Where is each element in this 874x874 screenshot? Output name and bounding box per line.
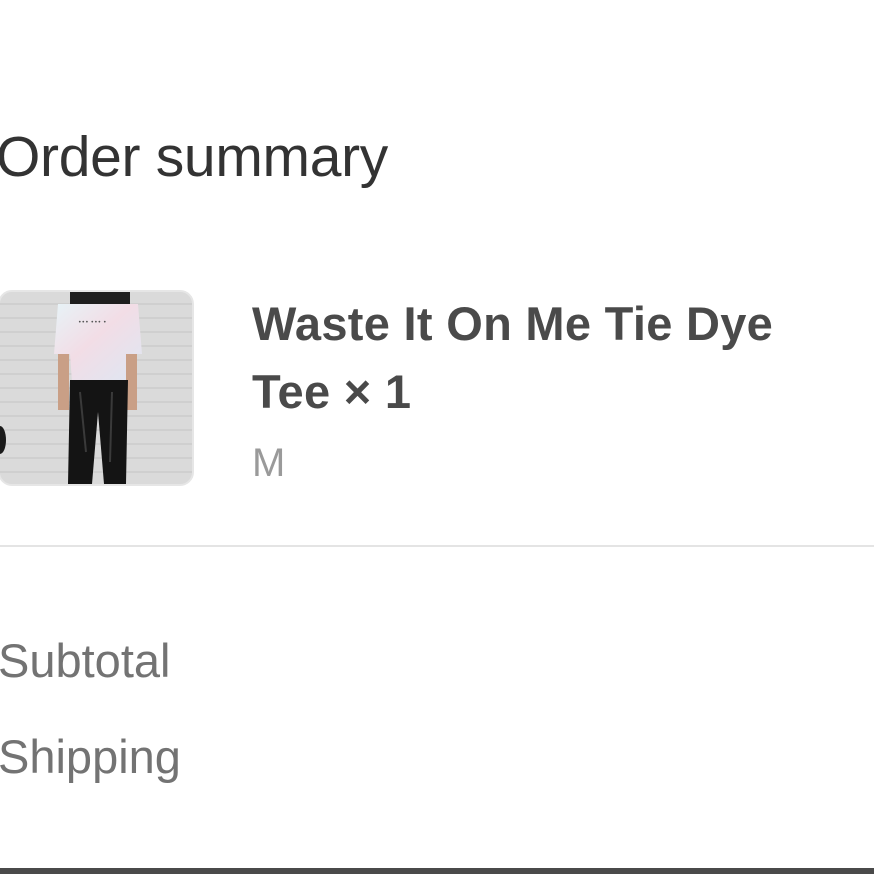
shipping-label: Shipping — [0, 730, 181, 783]
product-name: Waste It On Me Tie Dye Tee × 1 — [252, 297, 774, 418]
product-photo-icon: ••• ••• • — [0, 292, 192, 484]
divider — [0, 545, 874, 547]
product-thumbnail[interactable]: ••• ••• • — [0, 290, 194, 486]
product-variant: M — [252, 441, 286, 485]
bottom-edge-bar — [0, 868, 874, 874]
svg-text:••• ••• •: ••• ••• • — [78, 319, 107, 326]
order-summary-title: Order summary — [0, 125, 388, 189]
subtotal-label: Subtotal — [0, 634, 171, 687]
